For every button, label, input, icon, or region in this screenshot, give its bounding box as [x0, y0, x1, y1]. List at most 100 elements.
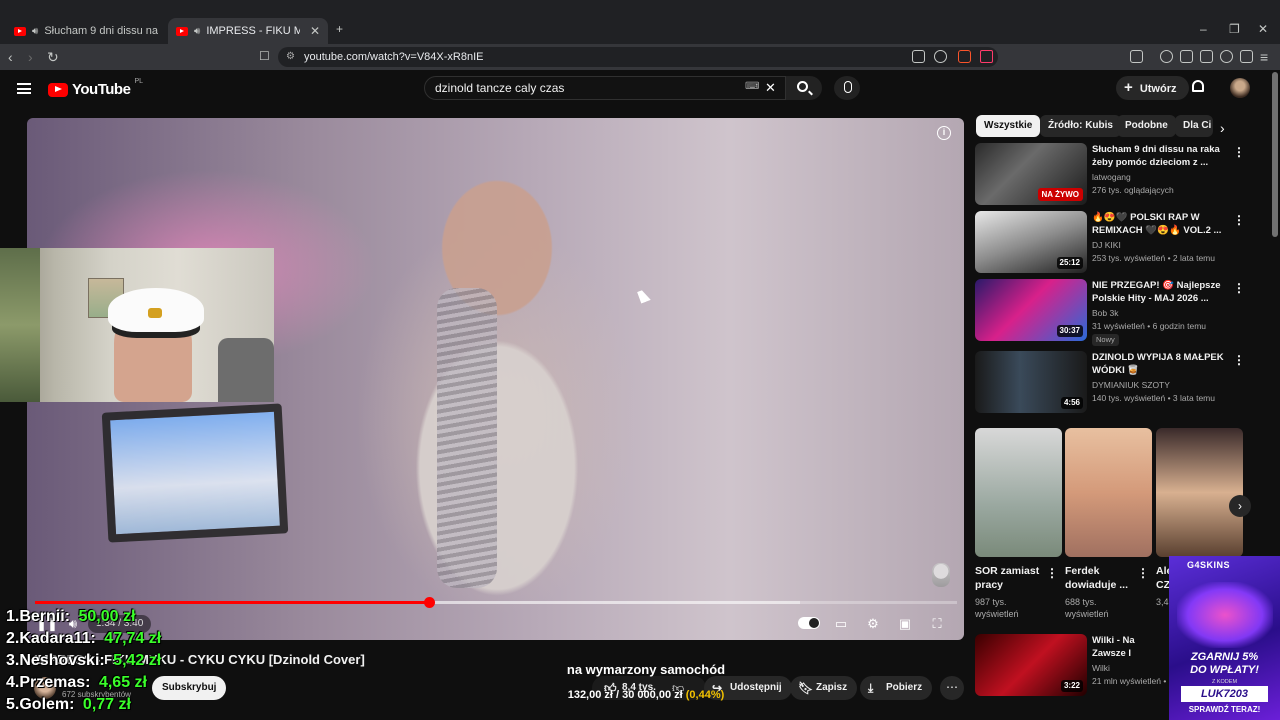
channel-watermark[interactable] — [932, 563, 950, 587]
sidebar-icon[interactable] — [1180, 50, 1193, 63]
shorts-next-icon[interactable]: › — [1229, 495, 1251, 517]
chip-all[interactable]: Wszystkie — [976, 115, 1041, 137]
browser-tab[interactable]: 🔊︎ Słucham 9 dni dissu na raka żeby — [6, 18, 166, 44]
youtube-logo[interactable]: YouTube PL — [48, 78, 143, 98]
video-thumbnail[interactable]: 4:56 — [975, 351, 1087, 413]
new-badge: Nowy — [1092, 334, 1119, 346]
rec-channel[interactable]: Wilki — [1092, 663, 1110, 673]
browser-toolbar: ‹ › ↻ ☐ ⚙ youtube.com/watch?v=V84X-xR8nI… — [0, 44, 1280, 70]
video-progress-bar[interactable] — [35, 597, 957, 608]
account-avatar[interactable] — [1230, 78, 1250, 98]
sponsor-ad-overlay[interactable]: G4SKINS ZGARNIJ 5% DO WPŁATY! Z KODEM LU… — [1169, 556, 1280, 720]
rec-channel[interactable]: DYMIANIUK SZOTY — [1092, 380, 1170, 390]
page-scrollbar[interactable] — [1272, 72, 1278, 237]
save-button[interactable]: 🔖︎ Zapisz — [790, 676, 858, 700]
short-thumbnail[interactable] — [975, 428, 1062, 557]
recommendation-item[interactable]: 25:12 🔥😍🖤 POLSKI RAP W REMIXACH 🖤😍🔥 VOL.… — [975, 211, 1265, 275]
live-badge: NA ŻYWO — [1037, 188, 1083, 201]
rec-channel[interactable]: latwogang — [1092, 172, 1131, 182]
tab-search-icon[interactable] — [1130, 50, 1143, 63]
recommendation-item[interactable]: 4:56 DZINOLD WYPIJA 8 MAŁPEK WÓDKI 🥃 DYM… — [975, 351, 1265, 415]
rec-title[interactable]: NIE PRZEGAP! 🎯 Najlepsze Polskie Hity - … — [1092, 279, 1226, 305]
bookmark-icon[interactable]: ☐ — [259, 49, 270, 63]
rec-meta: 21 mln wyświetleń • 1 — [1092, 676, 1170, 686]
more-options-icon[interactable]: ⋮ — [1046, 566, 1058, 580]
subtitles-icon[interactable]: ▭ — [830, 613, 852, 635]
vpn-icon[interactable] — [1240, 50, 1253, 63]
minimize-icon[interactable]: – — [1200, 22, 1207, 36]
subscribe-button[interactable]: Subskrybuj — [152, 676, 227, 700]
speaker-icon: 🔊︎ — [194, 25, 201, 37]
rec-channel[interactable]: Bob 3k — [1092, 308, 1118, 318]
video-thumbnail[interactable]: 30:37 — [975, 279, 1087, 341]
ad-artwork — [1177, 582, 1273, 648]
short-thumbnail[interactable] — [1156, 428, 1243, 557]
progress-scrubber[interactable] — [423, 597, 435, 608]
chip-related[interactable]: Podobne — [1117, 115, 1176, 137]
search-input[interactable]: dzinold tancze caly czas ⌨ ✕ — [424, 76, 786, 100]
ad-subline: Z KODEM — [1211, 679, 1238, 685]
short-views: 688 tys. wyświetleń — [1065, 597, 1109, 619]
menu-icon[interactable]: ≡ — [1260, 49, 1268, 65]
media-icon[interactable] — [1160, 50, 1173, 63]
more-options-icon[interactable]: ⋮ — [1233, 281, 1245, 295]
more-options-icon[interactable]: ⋮ — [1137, 566, 1149, 580]
video-thumbnail[interactable]: 3:22 — [975, 634, 1087, 696]
back-icon[interactable]: ‹ — [8, 49, 13, 65]
info-icon[interactable]: i — [937, 126, 951, 140]
short-title[interactable]: Ferdek dowiaduje ... — [1065, 564, 1135, 592]
clear-search-icon[interactable]: ✕ — [765, 77, 776, 99]
rec-channel[interactable]: DJ KIKI — [1092, 240, 1121, 250]
share-label: Udostępnij — [730, 682, 782, 693]
video-thumbnail[interactable]: 25:12 — [975, 211, 1087, 273]
autoplay-toggle[interactable] — [798, 617, 820, 629]
voice-search-icon[interactable] — [834, 76, 860, 100]
settings-gear-icon[interactable]: ⚙ — [862, 613, 884, 635]
more-options-icon[interactable]: ⋮ — [1233, 353, 1245, 367]
more-actions-icon[interactable]: ⋯ — [940, 676, 964, 700]
notifications-bell-icon[interactable] — [1192, 80, 1204, 92]
short-thumbnail[interactable] — [1065, 428, 1152, 557]
url-field[interactable]: ⚙ youtube.com/watch?v=V84X-xR8nIE — [278, 47, 998, 67]
chip-for-you[interactable]: Dla Ci — [1175, 115, 1213, 137]
fullscreen-icon[interactable]: ⛶ — [926, 613, 948, 635]
rec-title[interactable]: Wilki - Na Zawsze I Wiecznosc [Official — [1092, 634, 1170, 661]
download-button[interactable]: ⤓ Pobierz — [860, 676, 933, 700]
recommendation-item[interactable]: NA ŻYWO Słucham 9 dni dissu na raka żeby… — [975, 143, 1265, 207]
rec-title[interactable]: Słucham 9 dni dissu na raka żeby pomóc d… — [1092, 143, 1226, 169]
short-title[interactable]: SOR zamiast pracy — [975, 564, 1045, 592]
keyboard-icon[interactable]: ⌨ — [745, 76, 759, 98]
duration-badge: 4:56 — [1060, 397, 1083, 409]
theater-mode-icon[interactable]: ▣ — [894, 613, 916, 635]
rewards-icon[interactable] — [980, 50, 993, 63]
rec-title[interactable]: 🔥😍🖤 POLSKI RAP W REMIXACH 🖤😍🔥 VOL.2 ... — [1092, 211, 1226, 237]
rec-title[interactable]: DZINOLD WYPIJA 8 MAŁPEK WÓDKI 🥃 — [1092, 351, 1226, 377]
brave-shield-icon[interactable] — [958, 50, 971, 63]
close-window-icon[interactable]: ✕ — [1258, 22, 1268, 36]
leo-ai-icon[interactable] — [1220, 50, 1233, 63]
share-icon[interactable] — [934, 50, 947, 63]
browser-tab-active[interactable]: 🔊︎ IMPRESS - FIKU MYKU - CYKU ✕ — [168, 18, 328, 44]
donation-row: 1.Bernii: 50,00 zł — [6, 608, 136, 625]
close-tab-icon[interactable]: ✕ — [310, 24, 320, 38]
goal-percent: (0,44%) — [685, 689, 725, 701]
site-info-icon[interactable]: ⚙ — [286, 47, 295, 67]
cast-icon[interactable] — [912, 50, 925, 63]
wallet-icon[interactable] — [1200, 50, 1213, 63]
forward-icon[interactable]: › — [28, 49, 33, 65]
hamburger-menu-icon[interactable] — [17, 83, 31, 94]
search-button[interactable] — [786, 76, 822, 100]
reload-icon[interactable]: ↻ — [47, 49, 59, 66]
ad-cta[interactable]: SPRAWDŹ TERAZ! — [1169, 705, 1280, 714]
more-options-icon[interactable]: ⋮ — [1233, 145, 1245, 159]
duration-badge: 25:12 — [1056, 257, 1083, 269]
new-tab-button[interactable]: + — [336, 22, 343, 36]
more-options-icon[interactable]: ⋮ — [1233, 213, 1245, 227]
chevron-right-icon[interactable]: › — [1220, 120, 1225, 136]
recommendation-item[interactable]: 30:37 NIE PRZEGAP! 🎯 Najlepsze Polskie H… — [975, 279, 1265, 346]
video-thumbnail[interactable]: NA ŻYWO — [975, 143, 1087, 205]
restore-icon[interactable]: ❐ — [1229, 22, 1240, 36]
create-button[interactable]: + Utwórz — [1116, 76, 1189, 100]
short-title[interactable]: Ale CZ... — [1156, 564, 1170, 592]
chip-source[interactable]: Źródło: Kubis — [1040, 115, 1121, 137]
